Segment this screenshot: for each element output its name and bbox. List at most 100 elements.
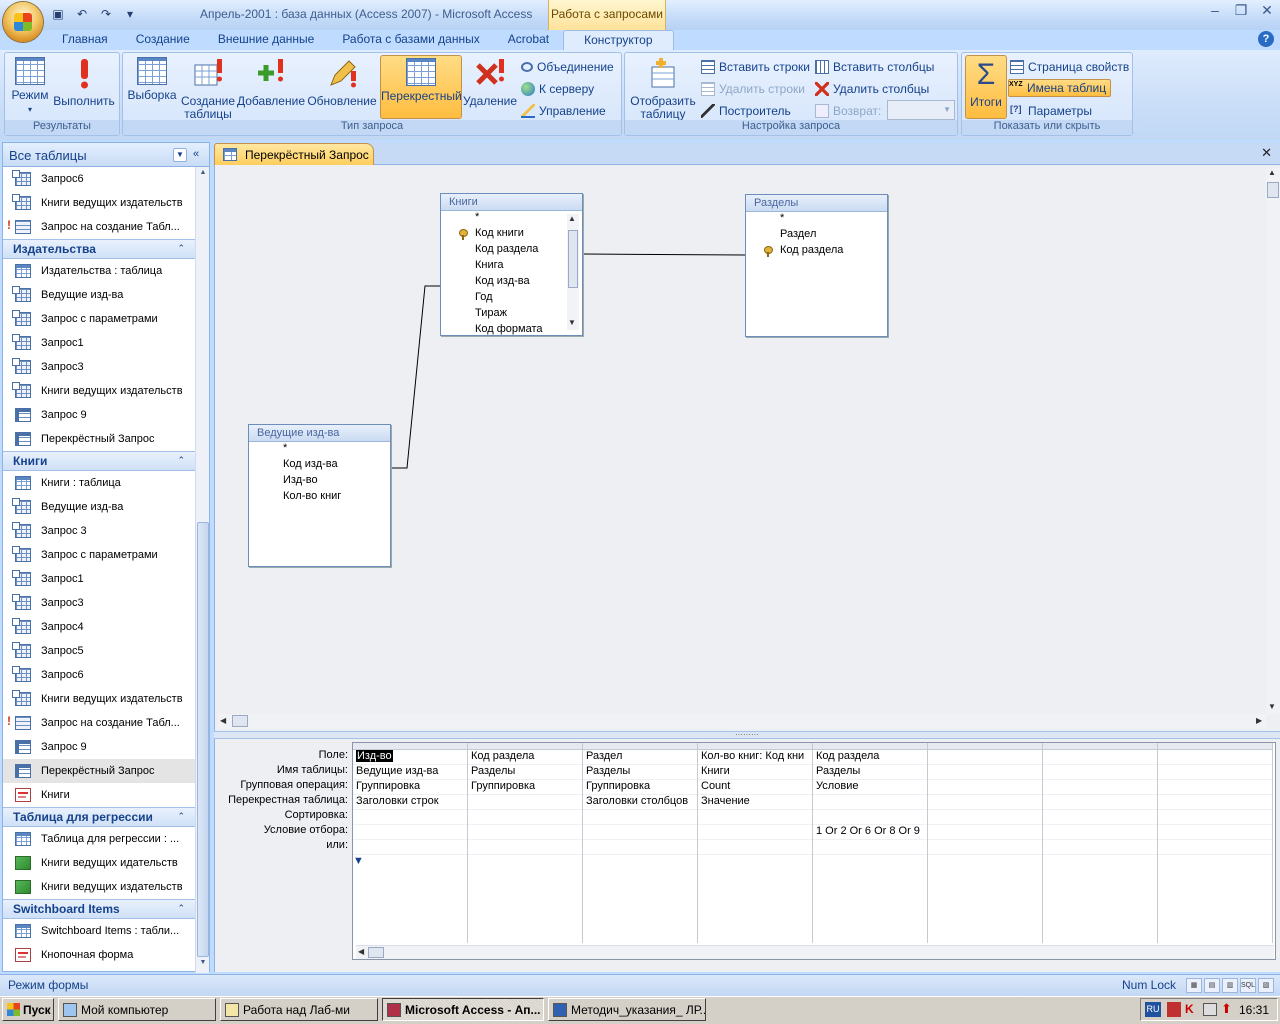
table-publishers[interactable]: Ведущие изд-ва * Код изд-ва Изд-во Кол-во к… <box>248 424 391 567</box>
table-sections[interactable]: Разделы * Раздел Код раздела <box>745 194 888 337</box>
grid-cell[interactable]: Значение <box>698 795 812 810</box>
column-selector[interactable] <box>1158 743 1272 750</box>
grid-cell[interactable]: Ведущие изд-ва <box>353 765 467 780</box>
grid-cell[interactable]: Код раздела <box>813 750 927 765</box>
totals-button[interactable]: Σ Итоги <box>965 55 1007 119</box>
grid-cell[interactable] <box>353 840 467 855</box>
grid-cell[interactable]: Группировка <box>583 780 697 795</box>
close-document-icon[interactable]: ✕ <box>1261 145 1272 161</box>
grid-cell[interactable] <box>1043 795 1157 810</box>
grid-cell[interactable]: Разделы <box>813 765 927 780</box>
grid-cell[interactable] <box>813 840 927 855</box>
scroll-right-icon[interactable]: ▶ <box>1256 716 1262 725</box>
nav-item[interactable]: Книги ведущих издательств <box>3 687 195 711</box>
grid-cell[interactable]: Группировка <box>353 780 467 795</box>
tab-design[interactable]: Конструктор <box>563 30 674 50</box>
nav-item[interactable]: Запрос на создание Табл... <box>3 215 195 239</box>
office-button[interactable] <box>3 2 43 42</box>
tray-arrow-icon[interactable]: ⬆ <box>1221 1001 1232 1017</box>
nav-item[interactable]: Ведущие изд-ва <box>3 283 195 307</box>
nav-item[interactable]: Запрос на создание Табл... <box>3 711 195 735</box>
redo-icon[interactable]: ↷ <box>96 7 116 21</box>
grid-cell[interactable] <box>468 810 582 825</box>
table-names-button[interactable]: XYZ Имена таблиц <box>1008 79 1112 97</box>
data-definition-button[interactable]: Управление <box>521 102 606 120</box>
passthrough-query-button[interactable]: К серверу <box>521 80 594 98</box>
grid-cell[interactable] <box>928 795 1042 810</box>
nav-item[interactable]: Книги <box>3 783 195 807</box>
grid-cell[interactable] <box>1158 825 1272 840</box>
grid-cell[interactable]: Заголовки столбцов <box>583 795 697 810</box>
grid-cell[interactable]: Заголовки строк <box>353 795 467 810</box>
tray-network-icon[interactable] <box>1203 1003 1217 1016</box>
scroll-thumb[interactable] <box>568 230 578 288</box>
grid-cell[interactable] <box>698 840 812 855</box>
nav-item[interactable]: Кнопочная форма <box>3 943 195 967</box>
nav-item[interactable]: Книги ведущих идательств <box>3 851 195 875</box>
grid-cell[interactable] <box>468 795 582 810</box>
tray-k-icon[interactable]: K <box>1185 1002 1199 1017</box>
nav-group-header[interactable]: Таблица для регрессии ⌃ <box>3 807 195 827</box>
grid-cell[interactable] <box>928 765 1042 780</box>
crosstab-query-button[interactable]: Перекрестный <box>380 55 462 119</box>
undo-icon[interactable]: ↶ <box>72 7 92 21</box>
column-selector[interactable] <box>813 743 927 750</box>
nav-item[interactable]: Книги : таблица <box>3 471 195 495</box>
design-horizontal-scrollbar[interactable]: ◀ ▶ <box>218 714 1266 729</box>
table-scrollbar[interactable]: ▲ ▼ <box>567 214 579 330</box>
grid-cell[interactable] <box>698 825 812 840</box>
tab-acrobat[interactable]: Acrobat <box>494 30 563 50</box>
table-field[interactable]: Раздел <box>746 228 887 244</box>
column-selector[interactable] <box>468 743 582 750</box>
update-query-button[interactable]: Обновление <box>305 55 379 119</box>
table-field[interactable]: Книга <box>441 259 582 275</box>
tray-app-icon[interactable] <box>1167 1002 1181 1017</box>
grid-cell[interactable] <box>583 810 697 825</box>
nav-item[interactable]: Запрос3 <box>3 355 195 379</box>
tab-database-tools[interactable]: Работа с базами данных <box>328 30 493 50</box>
close-icon[interactable]: ✕ <box>1258 2 1276 19</box>
nav-item[interactable]: Запрос 3 <box>3 519 195 543</box>
scroll-down-icon[interactable]: ▼ <box>1268 702 1276 711</box>
nav-item[interactable]: Ведущие изд-ва <box>3 495 195 519</box>
grid-cell[interactable]: Группировка <box>468 780 582 795</box>
grid-cell[interactable] <box>928 780 1042 795</box>
grid-cell[interactable] <box>813 795 927 810</box>
insert-columns-button[interactable]: Вставить столбцы <box>815 58 934 76</box>
column-selector[interactable] <box>698 743 812 750</box>
grid-cell[interactable] <box>1043 810 1157 825</box>
grid-cell[interactable] <box>1158 765 1272 780</box>
make-table-button[interactable]: Создание таблицы <box>179 55 237 121</box>
document-tab[interactable]: Перекрёстный Запрос <box>214 143 374 165</box>
datasheet-view-icon[interactable]: ▦ <box>1186 978 1202 993</box>
grid-cell[interactable] <box>1158 795 1272 810</box>
grid-cell[interactable]: Изд-во <box>353 750 467 765</box>
pane-splitter[interactable]: ········· <box>214 731 1280 739</box>
table-field[interactable]: Год <box>441 291 582 307</box>
nav-item[interactable]: Запрос4 <box>3 615 195 639</box>
scroll-left-icon[interactable]: ◀ <box>220 716 226 725</box>
table-field[interactable]: * <box>441 211 582 227</box>
mode-button[interactable]: Режим ▾ <box>7 55 53 119</box>
pivotchart-view-icon[interactable]: ▥ <box>1222 978 1238 993</box>
design-vertical-scrollbar[interactable]: ▲ ▼ <box>1266 168 1280 714</box>
table-field[interactable]: * <box>746 212 887 228</box>
field-dropdown-icon[interactable]: ▼ <box>353 855 364 867</box>
grid-cell[interactable] <box>1043 780 1157 795</box>
scroll-thumb[interactable] <box>232 715 248 727</box>
scroll-up-icon[interactable]: ▲ <box>568 214 576 223</box>
table-field[interactable]: Код книги <box>441 227 582 243</box>
parameters-button[interactable]: [?] Параметры <box>1010 102 1092 120</box>
grid-cell[interactable] <box>928 810 1042 825</box>
task-folder[interactable]: Работа над Лаб-ми <box>220 998 378 1021</box>
scroll-down-icon[interactable]: ▼ <box>568 318 576 327</box>
column-selector[interactable] <box>1043 743 1157 750</box>
table-field[interactable]: * <box>249 442 390 458</box>
minimize-icon[interactable]: – <box>1206 2 1224 19</box>
grid-cell[interactable] <box>928 750 1042 765</box>
grid-cell[interactable]: Count <box>698 780 812 795</box>
grid-cell[interactable]: Условие <box>813 780 927 795</box>
nav-group-header[interactable]: Книги ⌃ <box>3 451 195 471</box>
grid-cell[interactable] <box>468 825 582 840</box>
show-table-button[interactable]: Отобразить таблицу <box>627 55 699 121</box>
